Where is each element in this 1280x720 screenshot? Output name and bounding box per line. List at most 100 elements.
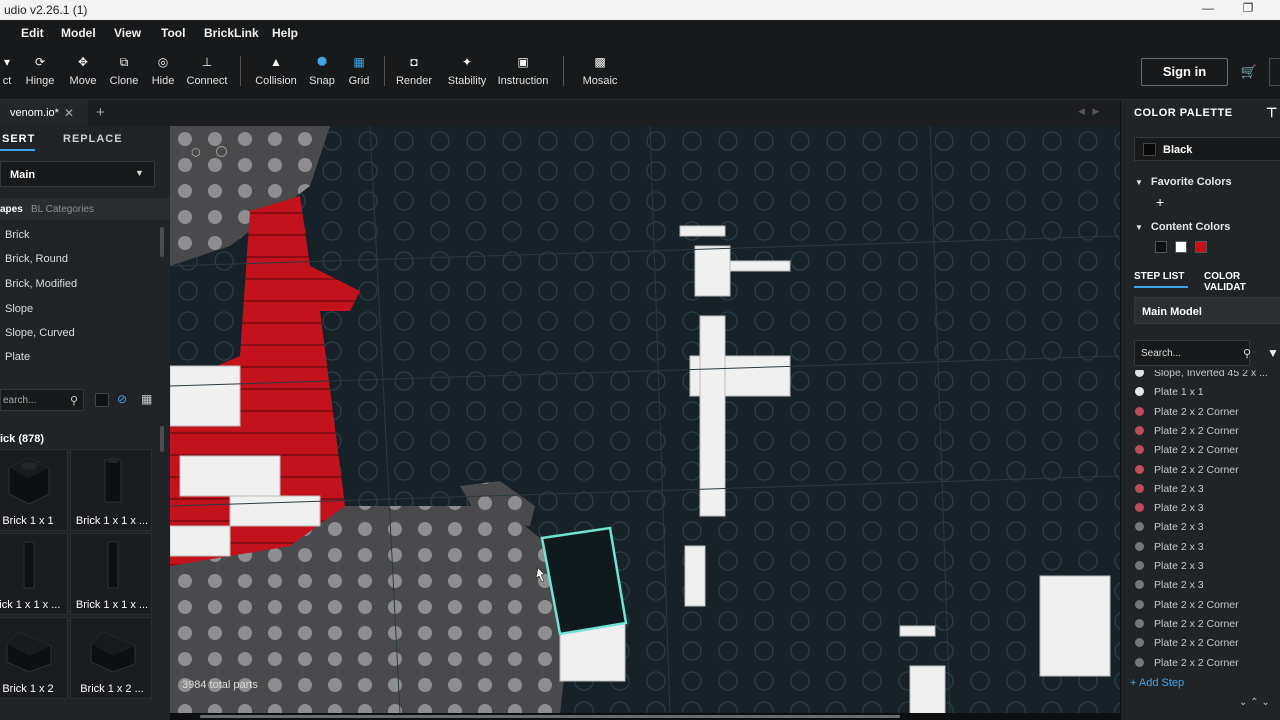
scrollbar-thumb[interactable] [200,715,900,718]
grid-button[interactable]: ▦ Grid [344,44,374,100]
step-label: Slope, Inverted 45 2 x ... [1154,370,1268,379]
tab-replace[interactable]: REPLACE [63,133,123,145]
tab-shapes[interactable]: apes [0,204,23,215]
menu-view[interactable]: View [114,26,141,40]
render-button[interactable]: ◘ Render [395,44,433,100]
step-color-dot [1135,370,1144,377]
tab-step-list[interactable]: STEP LIST [1134,271,1184,282]
step-item[interactable]: Plate 2 x 3 [1135,541,1204,553]
close-icon[interactable]: ✕ [64,106,74,120]
snap-button[interactable]: ⯃ Snap [306,44,338,100]
toolbar-extra-button[interactable] [1269,58,1280,86]
clone-button[interactable]: ⧉ Clone [108,44,140,100]
tool-label: Clone [109,75,139,87]
step-item[interactable]: Plate 2 x 2 Corner [1135,464,1239,476]
step-item[interactable]: Plate 2 x 2 Corner [1135,599,1239,611]
add-favorite-icon[interactable]: + [1156,194,1164,210]
category-item[interactable]: Brick, Round [5,253,68,265]
menu-edit[interactable]: Edit [21,26,44,40]
minimize-button[interactable]: — [1190,1,1226,19]
part-tile[interactable]: Brick 1 x 2 [0,617,68,699]
category-scrollbar[interactable] [160,227,164,257]
content-colors-title: Content Colors [1150,221,1231,233]
color-filter-swatch[interactable] [95,393,109,407]
tab-insert[interactable]: SERT [2,133,35,145]
stability-button[interactable]: ✦ Stability [444,44,490,100]
step-item[interactable]: Plate 2 x 3 [1135,502,1204,514]
menu-bricklink[interactable]: BrickLink [204,26,259,40]
step-item[interactable]: Plate 2 x 2 Corner [1135,406,1239,418]
part-tile[interactable]: Brick 1 x 1 x ... [70,533,152,615]
parts-search-input[interactable]: earch... ⚲ [0,389,84,411]
hinge-button[interactable]: ⟳ Hinge [22,44,58,100]
content-color-swatch[interactable] [1155,241,1167,253]
move-button[interactable]: ✥ Move [66,44,100,100]
collision-button[interactable]: ▲ Collision [253,44,299,100]
step-label: Plate 2 x 2 Corner [1154,405,1239,418]
tab-bl-categories[interactable]: BL Categories [31,204,94,215]
restore-button[interactable]: ❐ [1230,1,1266,19]
search-icon[interactable]: ⚲ [1243,347,1251,360]
part-label: Brick 1 x 2 ... [80,683,144,695]
hide-button[interactable]: ◎ Hide [148,44,178,100]
part-tile[interactable]: rick 1 x 1 x ... [0,533,68,615]
tab-color-validation[interactable]: COLOR VALIDAT [1204,271,1280,293]
library-select[interactable]: Main ▼ [0,161,155,187]
part-tile[interactable]: Brick 1 x 1 [0,449,68,531]
step-item[interactable]: Plate 2 x 2 Corner [1135,444,1239,456]
step-item[interactable]: Plate 1 x 1 [1135,386,1204,398]
select-tool-button[interactable]: ▾ ct [0,44,14,100]
content-colors-section[interactable]: ▼ Content Colors [1135,221,1230,233]
category-item[interactable]: Slope, Curved [5,327,75,339]
grid-view-icon[interactable]: ▦ [141,392,152,406]
step-item[interactable]: Plate 2 x 3 [1135,560,1204,572]
model-select[interactable]: Main Model [1134,297,1280,324]
step-item[interactable]: Plate 2 x 2 Corner [1135,657,1239,669]
tool-label: Grid [348,75,370,87]
part-tile[interactable]: Brick 1 x 1 x ... [70,449,152,531]
favorite-colors-section[interactable]: ▼ Favorite Colors [1135,176,1232,188]
sign-in-button[interactable]: Sign in [1141,58,1228,86]
tab-scroll-arrows-icon[interactable]: ◀ ▶ [1078,106,1099,117]
step-nav-icons[interactable]: ⌄ ⌃ ⌄ [1239,697,1270,708]
content-color-swatch[interactable] [1195,241,1207,253]
step-item[interactable]: Slope, Inverted 45 2 x ... [1135,370,1268,379]
part-tile[interactable]: Brick 1 x 2 ... [70,617,152,699]
cart-icon[interactable]: 🛒 [1236,58,1262,86]
document-tab[interactable]: venom.io* ✕ [0,100,88,126]
category-tabs: apes BL Categories [0,198,170,220]
instruction-button[interactable]: ▣ Instruction [496,44,550,100]
step-search-input[interactable]: Search... ⚲ [1134,340,1251,366]
category-item[interactable]: Plate [5,351,30,363]
content-color-swatch[interactable] [1175,241,1187,253]
paint-roller-icon[interactable]: ⊤ [1266,105,1278,121]
category-item[interactable]: Brick [5,229,29,241]
step-item[interactable]: Plate 2 x 3 [1135,579,1204,591]
add-step-button[interactable]: + Add Step [1130,677,1184,689]
step-item[interactable]: Plate 2 x 3 [1135,483,1204,495]
3d-viewport[interactable]: ⬡ 3984 total parts [170,126,1120,714]
search-icon[interactable]: ⚲ [70,394,78,407]
orbit-icon[interactable] [216,146,227,157]
menu-model[interactable]: Model [61,26,96,40]
step-item[interactable]: Plate 2 x 2 Corner [1135,425,1239,437]
filter-icon[interactable]: ▼ [1267,346,1279,360]
menu-tool[interactable]: Tool [161,26,185,40]
category-item[interactable]: Brick, Modified [5,278,77,290]
color-select[interactable]: Black [1134,137,1280,161]
document-tab-label: venom.io* [10,107,59,119]
new-tab-icon[interactable]: + [96,104,105,121]
step-item[interactable]: Plate 2 x 3 [1135,521,1204,533]
menu-help[interactable]: Help [272,26,298,40]
step-item[interactable]: Plate 2 x 2 Corner [1135,637,1239,649]
connect-button[interactable]: ⊥ Connect [185,44,229,100]
favorite-colors-title: Favorite Colors [1150,176,1232,188]
step-item[interactable]: Plate 2 x 2 Corner [1135,618,1239,630]
mosaic-button[interactable]: ▩ Mosaic [580,44,620,100]
category-item[interactable]: Slope [5,303,33,315]
view-cube-icon[interactable]: ⬡ [191,146,201,159]
tool-label: Connect [186,75,228,87]
parts-scrollbar[interactable] [160,426,164,452]
filter-icon[interactable]: ⊘ [117,392,127,406]
viewport-scrollbar[interactable] [170,713,1120,720]
